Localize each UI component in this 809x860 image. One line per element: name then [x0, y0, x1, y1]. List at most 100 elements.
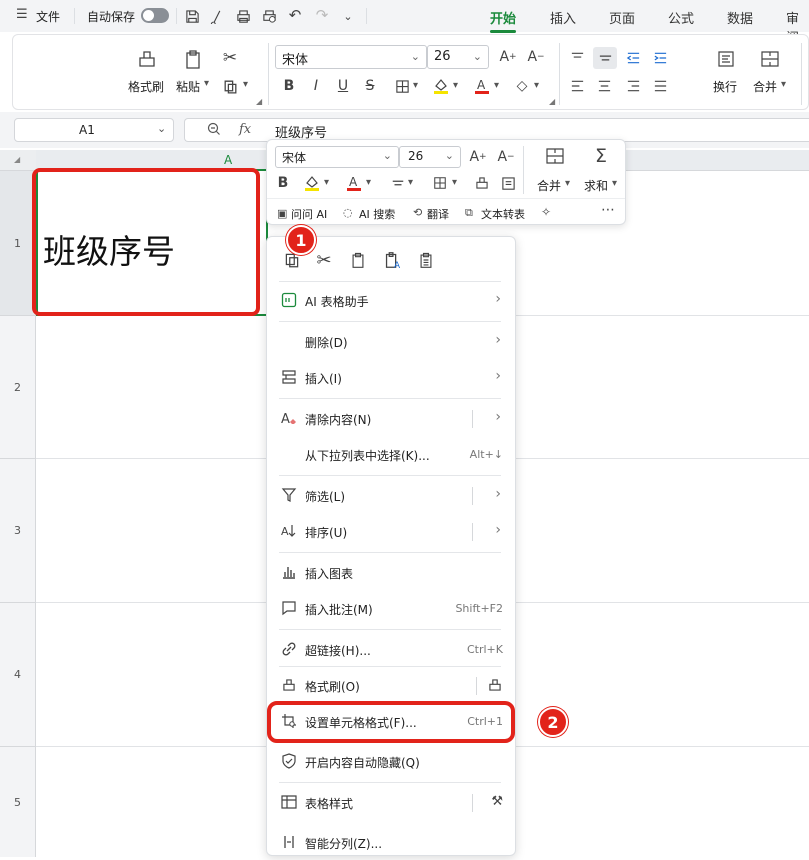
indent-increase-icon[interactable] — [649, 47, 671, 69]
fill-color-icon[interactable] — [301, 172, 323, 194]
print-preview-icon[interactable] — [260, 7, 278, 25]
format-painter-icon[interactable] — [471, 172, 493, 194]
font-name-select[interactable]: 宋体 ⌄ — [275, 45, 427, 69]
file-menu[interactable]: 文件 — [36, 8, 60, 25]
copy-icon[interactable] — [219, 75, 241, 97]
name-box[interactable]: A1 ⌄ — [14, 118, 174, 142]
tab-data[interactable]: 数据 — [727, 8, 753, 27]
wrap-text-icon[interactable] — [714, 47, 738, 71]
align-middle-icon[interactable] — [593, 47, 617, 69]
ai-search-icon[interactable]: ◌ — [343, 206, 353, 219]
menu-item-sort[interactable]: A 排序(U) › — [267, 515, 517, 549]
align-left-icon[interactable] — [566, 75, 588, 97]
increase-font-icon[interactable]: A + — [497, 47, 519, 67]
print-icon[interactable] — [234, 7, 252, 25]
merge-icon[interactable] — [543, 144, 567, 168]
cell-style-icon[interactable] — [497, 172, 519, 194]
decrease-font-icon[interactable]: A − — [525, 47, 547, 67]
mini-sum-button[interactable]: 求和 — [584, 177, 608, 194]
redo-icon[interactable]: ↷ — [313, 6, 331, 24]
menu-item-auto-hide[interactable]: 开启内容自动隐藏(Q) — [267, 745, 517, 779]
tab-formula[interactable]: 公式 — [668, 8, 694, 27]
align-right-icon[interactable] — [622, 75, 644, 97]
paste-text-icon[interactable]: A — [381, 249, 403, 271]
menu-item-hyperlink[interactable]: 超链接(H)... Ctrl+K — [267, 633, 517, 667]
text-to-table-icon[interactable]: ⧉ — [465, 206, 473, 220]
eraser-icon[interactable]: ◇ — [511, 75, 533, 97]
menu-item-delete[interactable]: 删除(D) › — [267, 325, 517, 359]
format-painter-quick-icon[interactable] — [487, 677, 503, 696]
ai-search-button[interactable]: AI 搜索 — [359, 206, 395, 222]
distributed-align-icon[interactable] — [649, 75, 671, 97]
menu-item-format-painter[interactable]: 格式刷(O) — [267, 669, 517, 703]
tab-page[interactable]: 页面 — [609, 8, 635, 27]
menu-item-clear-contents[interactable]: A 清除内容(N) › — [267, 402, 517, 436]
translate-button[interactable]: 翻译 — [427, 206, 449, 222]
cut-icon[interactable]: ✂ — [219, 47, 241, 69]
row-header-2[interactable]: 2 — [0, 316, 36, 459]
menu-item-filter[interactable]: 筛选(L) › — [267, 479, 517, 513]
zoom-icon[interactable] — [207, 122, 221, 139]
format-painter-button[interactable]: 格式刷 — [128, 78, 164, 95]
menu-item-insert[interactable]: 插入(I) › — [267, 361, 517, 395]
bold-button[interactable]: B — [273, 172, 293, 194]
chevron-down-icon[interactable]: ▾ — [324, 177, 329, 188]
font-color-icon[interactable]: A — [471, 75, 493, 97]
decrease-font-icon[interactable]: A − — [495, 146, 517, 168]
menu-item-insert-comment[interactable]: 插入批注(M) Shift+F2 — [267, 592, 517, 626]
paste-button[interactable]: 粘贴 — [176, 78, 200, 95]
chevron-down-icon[interactable]: ▾ — [452, 177, 457, 188]
menu-item-ai-table-assistant[interactable]: AI 表格助手 › — [267, 284, 517, 318]
menu-icon[interactable]: ☰ — [16, 7, 28, 22]
magic-icon[interactable]: ✧ — [541, 205, 551, 219]
underline-button[interactable]: U — [332, 75, 354, 97]
row-header-5[interactable]: 5 — [0, 747, 36, 857]
chevron-down-icon[interactable]: ▾ — [243, 79, 248, 90]
italic-button[interactable]: I — [305, 75, 327, 97]
translate-icon[interactable]: ⟲ — [413, 206, 422, 219]
row-header-3[interactable]: 3 — [0, 459, 36, 603]
chevron-down-icon[interactable]: ▾ — [612, 178, 617, 189]
bold-button[interactable]: B — [278, 75, 300, 97]
menu-item-insert-chart[interactable]: 插入图表 — [267, 556, 517, 590]
dialog-launcher-icon[interactable]: ◢ — [549, 97, 555, 106]
row-header-4[interactable]: 4 — [0, 603, 36, 747]
dialog-launcher-icon[interactable]: ◢ — [256, 97, 262, 106]
menu-item-smart-split[interactable]: 智能分列(Z)... — [267, 826, 517, 860]
tab-insert[interactable]: 插入 — [550, 8, 576, 27]
border-icon[interactable] — [429, 172, 451, 194]
align-icon[interactable] — [387, 172, 409, 194]
autosave-toggle[interactable] — [141, 8, 169, 23]
paste-icon[interactable] — [347, 249, 369, 271]
paste-special-icon[interactable] — [415, 249, 437, 271]
strikethrough-button[interactable]: S — [359, 75, 381, 97]
undo-icon[interactable]: ↶ — [286, 6, 304, 24]
ask-ai-icon[interactable]: ▣ — [277, 207, 287, 220]
save-icon[interactable] — [183, 7, 201, 25]
mini-font-size-select[interactable]: 26 ⌄ — [399, 146, 461, 168]
merge-icon[interactable] — [758, 47, 782, 71]
font-size-select[interactable]: 26 ⌄ — [427, 45, 489, 69]
text-to-table-button[interactable]: 文本转表 — [481, 206, 525, 222]
fill-color-icon[interactable] — [430, 75, 452, 97]
font-color-icon[interactable]: A — [343, 172, 365, 194]
chevron-down-icon[interactable]: ▾ — [453, 80, 458, 91]
chevron-down-icon[interactable]: ▾ — [204, 78, 209, 89]
indent-decrease-icon[interactable] — [622, 47, 644, 69]
chevron-down-icon[interactable]: ▾ — [565, 178, 570, 189]
merge-button[interactable]: 合并 — [753, 78, 777, 95]
share-icon[interactable] — [208, 7, 226, 25]
chevron-down-icon[interactable]: ⌄ — [157, 122, 166, 135]
chevron-down-icon[interactable]: ▾ — [534, 80, 539, 91]
sum-icon[interactable]: Σ — [589, 144, 613, 168]
chevron-down-icon[interactable]: ▾ — [413, 80, 418, 91]
magic-wand-icon[interactable]: ⚒ — [491, 794, 503, 809]
ask-ai-button[interactable]: 问问 AI — [291, 206, 327, 222]
menu-item-pick-from-list[interactable]: 从下拉列表中选择(K)... Alt+↓ — [267, 438, 517, 472]
chevron-down-icon[interactable]: ▾ — [781, 79, 786, 90]
menu-item-table-style[interactable]: 表格样式 ⚒ — [267, 786, 517, 820]
corner-select-all[interactable]: ◢ — [0, 150, 36, 171]
align-center-icon[interactable] — [593, 75, 615, 97]
format-painter-icon[interactable] — [135, 47, 159, 71]
chevron-down-icon[interactable]: ▾ — [366, 177, 371, 188]
